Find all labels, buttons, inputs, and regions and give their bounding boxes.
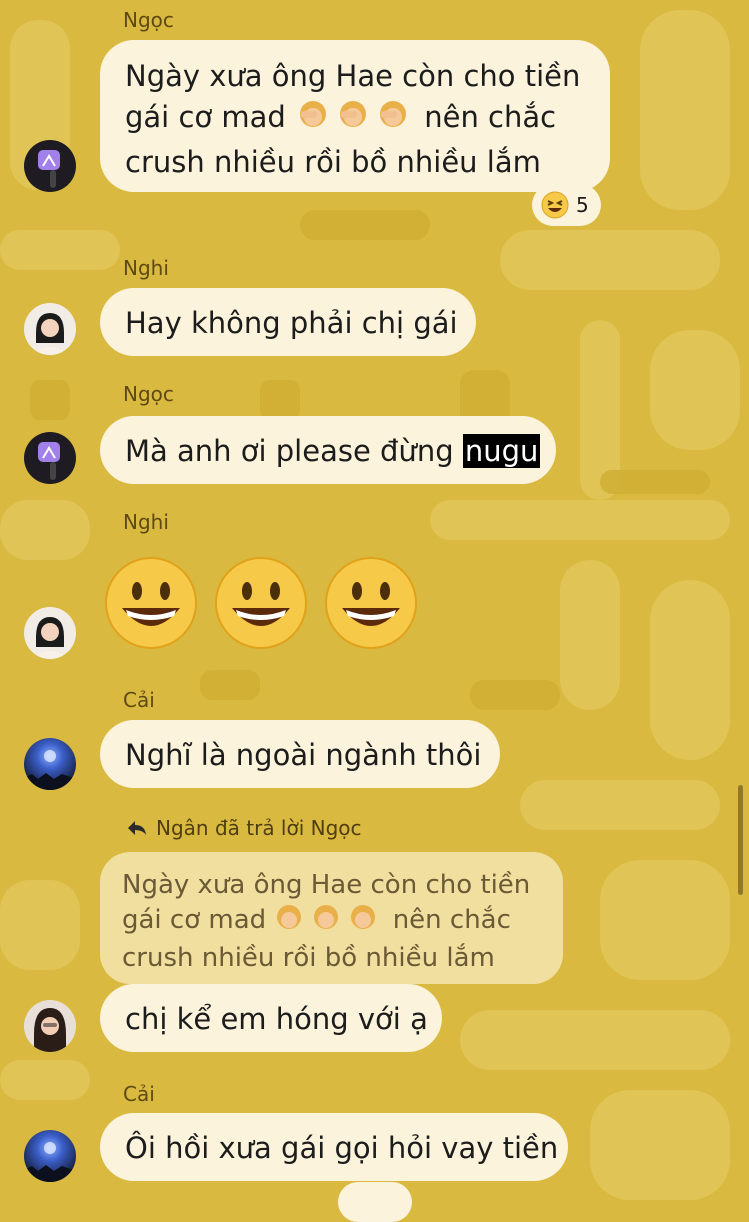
- quoted-text-line: Ngày xưa ông Hae còn cho tiền: [122, 870, 531, 900]
- lightstick-avatar-image: [38, 150, 60, 188]
- person-avatar-image: [34, 1008, 66, 1052]
- grinning-face-icon: [325, 557, 417, 649]
- concert-avatar-image: [24, 1142, 76, 1182]
- reaction-count: 5: [576, 193, 589, 217]
- person-avatar-image: [32, 617, 68, 659]
- message-bubble[interactable]: Ngày xưa ông Hae còn cho tiền gái cơ mad: [100, 40, 610, 192]
- grinning-face-icon: [215, 557, 307, 649]
- reply-indicator: Ngân đã trả lời Ngọc: [126, 816, 362, 840]
- reply-arrow-icon: [128, 821, 146, 835]
- sender-name: Nghi: [123, 256, 169, 280]
- avatar-ngoc[interactable]: [24, 432, 76, 484]
- concert-avatar-image: [24, 750, 76, 790]
- woman-facepalming-icon: [274, 902, 384, 941]
- quoted-text-line: gái cơ mad nên chắc: [122, 902, 541, 941]
- quoted-message[interactable]: Ngày xưa ông Hae còn cho tiền gái cơ mad…: [100, 852, 563, 984]
- emoji-message[interactable]: [104, 556, 418, 650]
- sender-name: Ngọc: [123, 382, 174, 406]
- quoted-text-part: gái cơ mad: [122, 905, 267, 935]
- message-bubble[interactable]: Mà anh ơi please đừng nugu: [100, 416, 556, 484]
- sender-name: Nghi: [123, 510, 169, 534]
- avatar-ngan[interactable]: [24, 1000, 76, 1052]
- highlighted-text: nugu: [462, 434, 541, 468]
- message-bubble[interactable]: Nghĩ là ngoài ngành thôi: [100, 720, 500, 788]
- chat-thread: Ngọc Ngày xưa ông Hae còn cho tiền gái c…: [0, 0, 749, 1222]
- grinning-face-icon: [105, 557, 197, 649]
- message-text: Mà anh ơi please đừng: [125, 434, 454, 468]
- reply-label-text: Ngân đã trả lời Ngọc: [156, 816, 362, 840]
- message-text-part: gái cơ mad: [125, 100, 286, 134]
- person-avatar-image: [32, 313, 68, 355]
- message-text: chị kể em hóng với ạ: [125, 1002, 428, 1036]
- sender-name: Cải: [123, 1082, 155, 1106]
- avatar-ngoc[interactable]: [24, 140, 76, 192]
- message-text: Ôi hồi xưa gái gọi hỏi vay tiền: [125, 1131, 559, 1165]
- avatar-cai[interactable]: [24, 738, 76, 790]
- quoted-text-part: nên chắc: [392, 905, 511, 935]
- message-text-line: crush nhiều rồi bồ nhiều lắm: [125, 145, 541, 179]
- reaction-pill[interactable]: 5: [532, 184, 601, 226]
- message-text-line: gái cơ mad nên chắc: [125, 97, 585, 142]
- scrollbar[interactable]: [738, 785, 743, 895]
- message-text-line: Ngày xưa ông Hae còn cho tiền: [125, 59, 581, 93]
- lightstick-avatar-image: [38, 442, 60, 480]
- message-text: Hay không phải chị gái: [125, 306, 458, 340]
- scroll-to-bottom-button[interactable]: [338, 1182, 412, 1222]
- message-bubble[interactable]: Ôi hồi xưa gái gọi hỏi vay tiền: [100, 1113, 568, 1181]
- woman-facepalming-icon: [295, 97, 415, 142]
- avatar-cai[interactable]: [24, 1130, 76, 1182]
- message-bubble[interactable]: Hay không phải chị gái: [100, 288, 476, 356]
- sender-name: Ngọc: [123, 8, 174, 32]
- sender-name: Cải: [123, 688, 155, 712]
- laughing-face-icon: [541, 191, 569, 219]
- message-text: Nghĩ là ngoài ngành thôi: [125, 738, 482, 772]
- avatar-nghi[interactable]: [24, 607, 76, 659]
- quoted-text-line: crush nhiều rồi bồ nhiều lắm: [122, 943, 495, 973]
- avatar-nghi[interactable]: [24, 303, 76, 355]
- message-text-part: nên chắc: [424, 100, 557, 134]
- message-bubble[interactable]: chị kể em hóng với ạ: [100, 984, 442, 1052]
